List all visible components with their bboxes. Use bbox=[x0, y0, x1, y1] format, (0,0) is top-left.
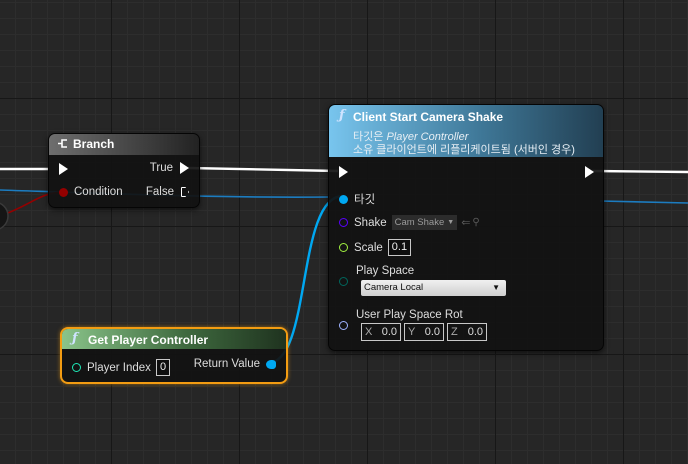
camera-shake-exec-out-pin[interactable] bbox=[585, 166, 594, 178]
shake-class-pin[interactable] bbox=[339, 218, 348, 227]
use-selected-arrow-icon[interactable]: ⇐ bbox=[461, 216, 470, 229]
object-wire-background-right bbox=[599, 200, 688, 204]
player-index-label: Player Index bbox=[87, 361, 151, 374]
rot-z-input[interactable]: Z 0.0 bbox=[447, 323, 487, 341]
play-space-dropdown[interactable]: Camera Local ▼ bbox=[361, 280, 506, 296]
player-index-pin-row: Player Index 0 bbox=[72, 359, 171, 376]
target-pin-row: 타깃 bbox=[339, 191, 375, 207]
branch-exec-in-pin[interactable] bbox=[59, 163, 68, 175]
scale-float-pin[interactable] bbox=[339, 243, 348, 252]
chevron-down-icon: ▼ bbox=[492, 283, 500, 292]
branch-icon bbox=[57, 138, 68, 149]
rotator-inputs: X 0.0 Y 0.0 Z 0.0 bbox=[361, 323, 487, 341]
branch-false-label: False bbox=[145, 186, 174, 198]
camera-shake-exec-in-pin[interactable] bbox=[339, 166, 348, 178]
shake-pin-row: Shake Cam Shake ▼ ⇐ ⚲ bbox=[339, 215, 480, 230]
rot-y-input[interactable]: Y 0.0 bbox=[404, 323, 444, 341]
return-value-label: Return Value bbox=[193, 358, 260, 370]
return-value-pin-row: Return Value bbox=[194, 358, 276, 370]
user-play-space-rot-label: User Play Space Rot bbox=[356, 309, 463, 321]
branch-condition-label: Condition bbox=[74, 186, 123, 198]
rot-x-label: X bbox=[365, 326, 373, 338]
camera-shake-description: 소유 클라이언트에 리플리케이트됨 (서버인 경우) bbox=[353, 144, 575, 156]
player-index-input[interactable]: 0 bbox=[155, 359, 171, 376]
branch-condition-pin-row: Condition bbox=[59, 186, 123, 198]
camera-shake-node[interactable]: ƒ Client Start Camera Shake 타깃은 Player C… bbox=[328, 104, 604, 351]
branch-true-label: True bbox=[149, 162, 173, 174]
scale-label: Scale bbox=[354, 241, 383, 254]
user-play-space-rot-struct-pin[interactable] bbox=[339, 321, 348, 330]
exec-wire-true bbox=[187, 166, 339, 173]
target-pin[interactable] bbox=[339, 194, 348, 204]
target-label: 타깃 bbox=[354, 194, 376, 206]
camera-shake-title: Client Start Camera Shake bbox=[353, 110, 504, 124]
branch-condition-pin[interactable] bbox=[59, 187, 68, 197]
function-icon: ƒ bbox=[72, 331, 78, 346]
shake-class-dropdown[interactable]: Cam Shake ▼ bbox=[391, 215, 458, 230]
offscreen-node-edge[interactable] bbox=[0, 202, 9, 230]
scale-pin-row: Scale 0.1 bbox=[339, 239, 412, 256]
branch-true-pin-row: True bbox=[150, 162, 189, 174]
player-index-int-pin[interactable] bbox=[72, 363, 81, 372]
scale-input[interactable]: 0.1 bbox=[387, 239, 412, 256]
exec-wire-out bbox=[591, 169, 688, 174]
rot-x-value: 0.0 bbox=[381, 326, 397, 338]
rot-x-input[interactable]: X 0.0 bbox=[361, 323, 401, 341]
rot-z-value: 0.0 bbox=[467, 326, 483, 338]
camera-shake-header[interactable]: ƒ Client Start Camera Shake 타깃은 Player C… bbox=[329, 105, 603, 157]
branch-node[interactable]: Branch True Condition False bbox=[48, 133, 200, 208]
branch-title: Branch bbox=[73, 137, 115, 151]
rot-y-value: 0.0 bbox=[424, 326, 440, 338]
chevron-down-icon: ▼ bbox=[447, 219, 455, 226]
play-space-value: Camera Local bbox=[364, 282, 424, 293]
play-space-enum-pin[interactable] bbox=[339, 277, 348, 286]
play-space-label: Play Space bbox=[356, 265, 415, 277]
rot-y-label: Y bbox=[408, 326, 416, 338]
get-player-controller-title: Get Player Controller bbox=[88, 333, 209, 347]
browse-search-icon[interactable]: ⚲ bbox=[472, 217, 479, 228]
shake-class-value: Cam Shake bbox=[394, 217, 445, 228]
branch-header[interactable]: Branch bbox=[49, 134, 199, 155]
branch-false-exec-pin[interactable] bbox=[181, 187, 189, 197]
shake-label: Shake bbox=[354, 216, 387, 229]
rot-z-label: Z bbox=[451, 326, 458, 338]
get-player-controller-header[interactable]: ƒ Get Player Controller bbox=[62, 329, 286, 349]
branch-true-exec-pin[interactable] bbox=[180, 162, 189, 174]
get-player-controller-node[interactable]: ƒ Get Player Controller Player Index 0 R… bbox=[60, 327, 288, 384]
return-value-pin[interactable] bbox=[266, 359, 276, 369]
branch-false-pin-row: False bbox=[146, 186, 189, 198]
function-icon: ƒ bbox=[339, 108, 345, 123]
